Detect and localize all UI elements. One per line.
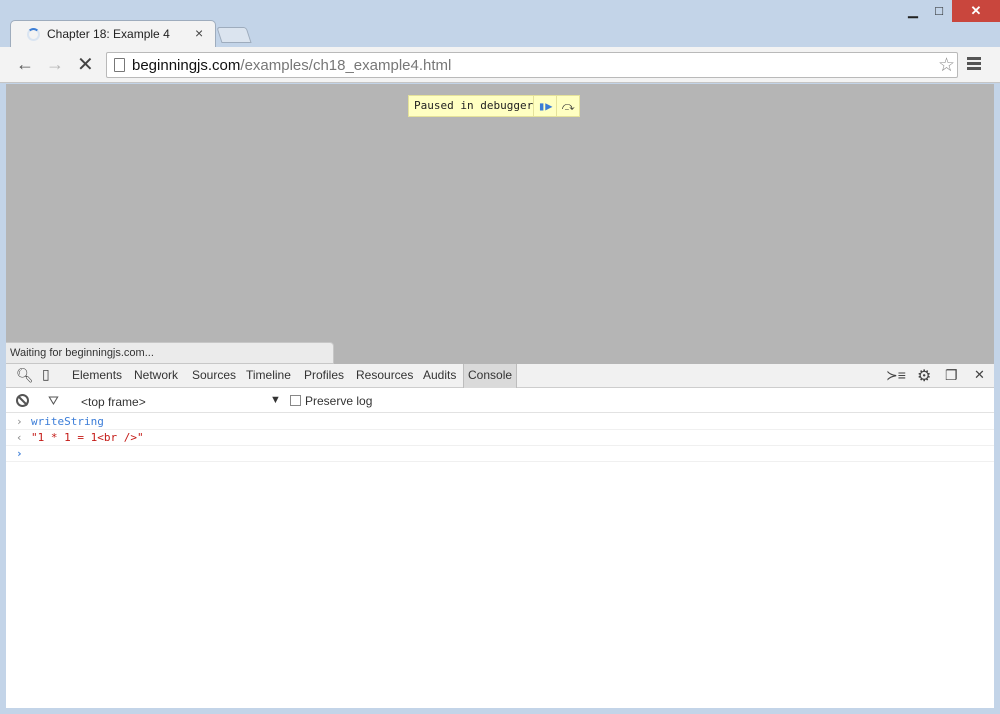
devtools-tab-bar: 🔍︎ ▯ Elements Network Sources Timeline P…: [6, 364, 994, 388]
url-text[interactable]: beginningjs.com/examples/ch18_example4.h…: [132, 57, 451, 74]
console-output: › writeString ‹ "1 * 1 = 1<br />" ›: [6, 414, 994, 462]
new-tab-button[interactable]: [216, 27, 252, 43]
browser-tab[interactable]: Chapter 18: Example 4 ×: [10, 20, 216, 48]
tab-resources[interactable]: Resources: [356, 368, 413, 382]
console-line: › writeString: [6, 414, 994, 430]
frame-selector[interactable]: <top frame>: [81, 395, 146, 409]
tab-close-icon[interactable]: ×: [195, 25, 203, 41]
clear-console-icon[interactable]: [16, 394, 29, 407]
chevron-down-icon[interactable]: ▼: [270, 394, 281, 406]
stop-loading-icon[interactable]: ✕: [77, 52, 94, 77]
browser-toolbar: ← → ✕ beginningjs.com/examples/ch18_exam…: [0, 47, 1000, 83]
step-over-icon[interactable]: ⤼: [556, 96, 579, 116]
address-bar[interactable]: beginningjs.com/examples/ch18_example4.h…: [106, 52, 958, 78]
inspect-search-icon[interactable]: 🔍︎: [16, 367, 34, 384]
paused-label: Paused in debugger: [414, 99, 534, 112]
tab-strip: Chapter 18: Example 4 × ▁ □ ✕: [0, 0, 1000, 48]
device-mode-icon[interactable]: ▯: [42, 366, 50, 383]
maximize-button[interactable]: □: [924, 0, 954, 22]
page-icon: [114, 58, 125, 72]
console-line: ‹ "1 * 1 = 1<br />": [6, 430, 994, 446]
console-toolbar: ⛛ <top frame> ▼ Preserve log: [6, 389, 994, 413]
tab-timeline[interactable]: Timeline: [246, 368, 291, 382]
url-path: /examples/ch18_example4.html: [240, 57, 452, 74]
dock-side-icon[interactable]: ❐: [945, 367, 958, 384]
bookmark-star-icon[interactable]: ☆: [938, 54, 955, 77]
page-content: Paused in debugger ▮▶ ⤼ Waiting for beginn…: [6, 84, 994, 364]
console-result: "1 * 1 = 1<br />": [31, 431, 144, 444]
paused-in-debugger-overlay: Paused in debugger ▮▶ ⤼: [408, 95, 581, 117]
result-chevron-icon: ‹: [16, 431, 23, 444]
input-chevron-icon: ›: [16, 415, 23, 428]
tab-profiles[interactable]: Profiles: [304, 368, 344, 382]
loading-spinner-icon: [27, 28, 40, 41]
tab-console[interactable]: Console: [463, 364, 518, 388]
console-prompt[interactable]: ›: [6, 446, 994, 462]
url-domain: beginningjs.com: [132, 57, 241, 74]
show-console-drawer-icon[interactable]: ≻≡: [886, 367, 906, 384]
close-window-button[interactable]: ✕: [952, 0, 1000, 22]
back-arrow-icon[interactable]: ←: [16, 54, 34, 75]
console-command: writeString: [31, 415, 104, 428]
tab-network[interactable]: Network: [134, 368, 178, 382]
preserve-log-checkbox[interactable]: [290, 395, 301, 406]
tab-elements[interactable]: Elements: [72, 368, 122, 382]
devtools-panel: 🔍︎ ▯ Elements Network Sources Timeline P…: [6, 364, 994, 708]
prompt-chevron-icon: ›: [16, 447, 23, 460]
tab-title: Chapter 18: Example 4: [47, 27, 170, 41]
filter-icon[interactable]: ⛛: [48, 393, 59, 409]
preserve-log-label: Preserve log: [305, 394, 373, 408]
close-devtools-icon[interactable]: ✕: [974, 367, 985, 383]
menu-icon[interactable]: [967, 57, 981, 72]
resume-icon[interactable]: ▮▶: [533, 96, 556, 116]
tab-audits[interactable]: Audits: [423, 368, 456, 382]
status-bubble: Waiting for beginningjs.com...: [6, 342, 334, 364]
tab-sources[interactable]: Sources: [192, 368, 236, 382]
forward-arrow-icon[interactable]: →: [46, 54, 64, 75]
browser-window: Chapter 18: Example 4 × ▁ □ ✕ ← → ✕ begi…: [0, 0, 1000, 714]
gear-icon[interactable]: ⚙: [917, 366, 931, 386]
